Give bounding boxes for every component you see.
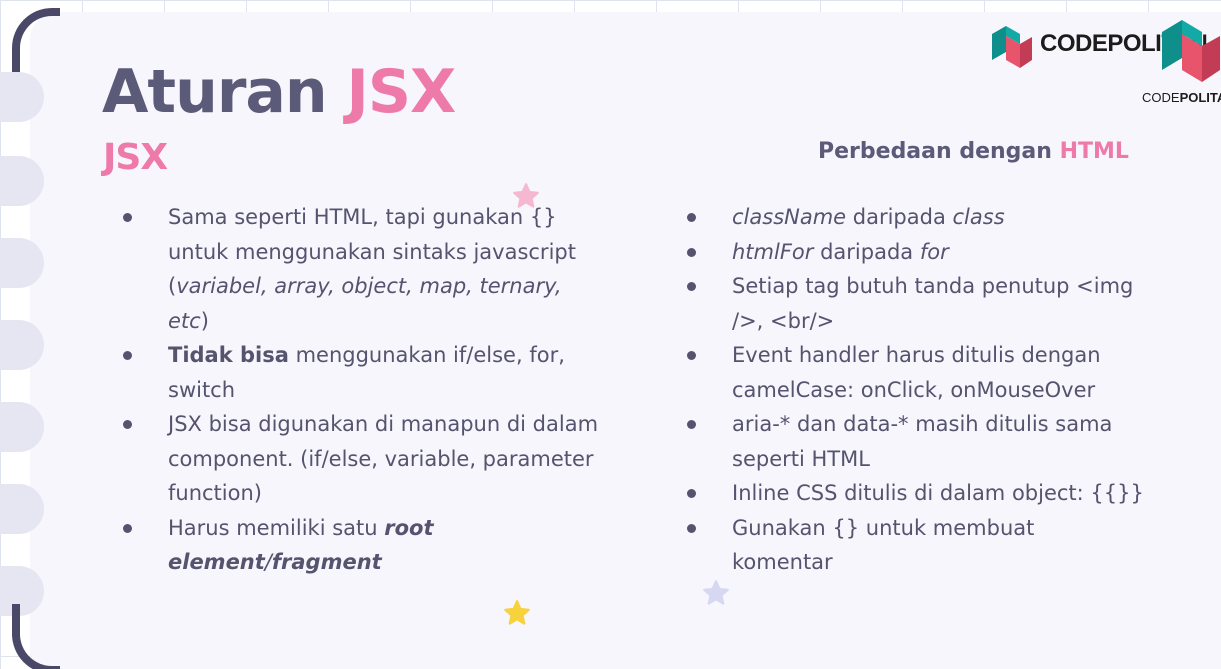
list-item: Harus memiliki satu root element/fragmen…	[122, 511, 602, 580]
pink-star-icon	[513, 183, 539, 208]
lavender-star-icon	[703, 580, 729, 605]
right-column-heading: Perbedaan dengan HTML	[818, 139, 1129, 164]
list-item: Setiap tag butuh tanda penutup <img />, …	[686, 269, 1142, 338]
list-item: Sama seperti HTML, tapi gunakan {} untuk…	[122, 200, 602, 338]
jsx-rules-list: Sama seperti HTML, tapi gunakan {} untuk…	[122, 200, 602, 580]
slide-title: Aturan JSX	[102, 62, 456, 122]
list-item: Event handler harus ditulis dengan camel…	[686, 338, 1192, 407]
codepolitan-logo-icon	[992, 26, 1032, 68]
title-accent: JSX	[346, 57, 457, 127]
spiral-binding-bottom	[12, 604, 60, 669]
list-item: Tidak bisa menggunakan if/else, for, swi…	[122, 338, 602, 407]
yellow-star-icon	[504, 600, 530, 625]
codepolitan-logo-icon-large	[1162, 20, 1220, 82]
title-main: Aturan	[102, 57, 328, 127]
list-item: JSX bisa digunakan di manapun di dalam c…	[122, 407, 602, 511]
list-item: htmlFor daripada for	[686, 235, 1186, 270]
spiral-binding-top	[12, 8, 60, 78]
list-item: Gunakan {} untuk membuat komentar	[686, 511, 1132, 580]
list-item: aria-* dan data-* masih ditulis sama sep…	[686, 407, 1152, 476]
left-column-heading: JSX	[103, 137, 168, 178]
list-item: className daripada class	[686, 200, 1186, 235]
html-differences-list: className daripada class htmlFor daripad…	[686, 200, 1186, 580]
list-item: Inline CSS ditulis di dalam object: {{}}	[686, 476, 1182, 511]
logo-caption: CODEPOLITA	[1142, 90, 1221, 105]
